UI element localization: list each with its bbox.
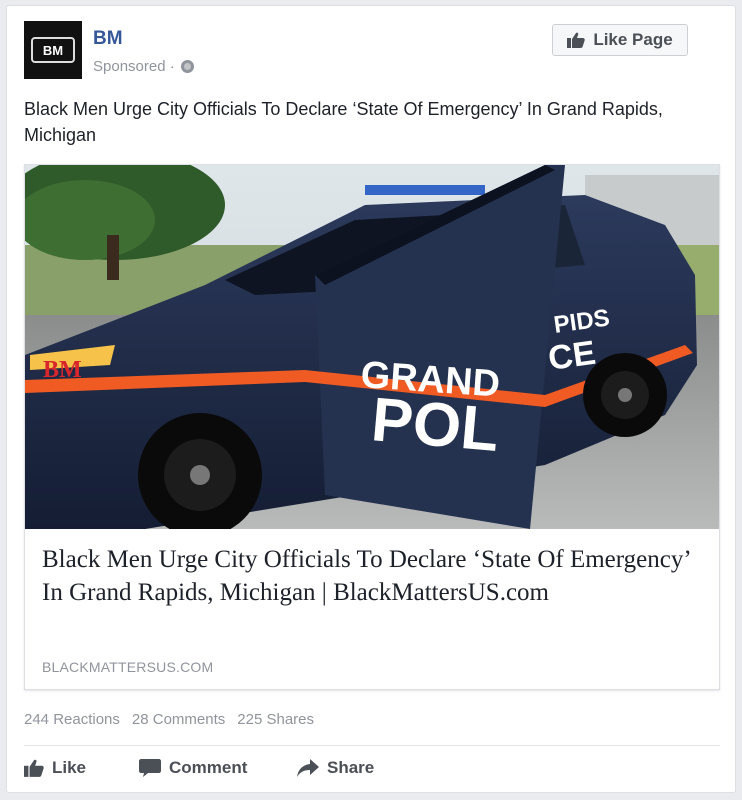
like-label: Like (52, 758, 87, 777)
sponsored-label: Sponsored · (93, 58, 194, 75)
link-domain: BLACKMATTERSUS.COM (42, 659, 214, 675)
post-actions: Like Comment Share (24, 756, 374, 780)
comment-label: Comment (169, 758, 248, 777)
post-text: Black Men Urge City Officials To Declare… (24, 99, 663, 145)
like-page-button[interactable]: Like Page (552, 24, 688, 56)
comments-count[interactable]: 28 Comments (132, 711, 225, 728)
comment-icon (139, 759, 161, 777)
action-divider (24, 745, 720, 746)
link-image[interactable]: GRAND POL PIDS CE BM (25, 165, 719, 529)
thumbs-up-icon (24, 759, 44, 777)
reactions-count[interactable]: 244 Reactions (24, 711, 120, 728)
share-button[interactable]: Share (297, 756, 374, 780)
globe-icon (180, 60, 194, 73)
share-arrow-icon (297, 759, 319, 777)
image-watermark: BM (43, 357, 82, 383)
sponsored-text: Sponsored · (93, 58, 175, 75)
like-button[interactable]: Like (24, 756, 139, 780)
share-label: Share (327, 758, 375, 777)
rear-text-2: CE (546, 334, 598, 378)
police-car-photo: GRAND POL PIDS CE BM (25, 165, 719, 529)
door-text-pol: POL (369, 385, 502, 465)
like-page-label: Like Page (593, 30, 673, 49)
page-name-link[interactable]: BM (93, 28, 123, 50)
thumbs-up-icon (567, 32, 586, 48)
comment-button[interactable]: Comment (139, 756, 297, 780)
page-avatar[interactable]: BM (24, 21, 82, 79)
link-preview-card[interactable]: GRAND POL PIDS CE BM Black Men Urge City… (24, 164, 720, 690)
shares-count[interactable]: 225 Shares (237, 711, 314, 728)
avatar-logo: BM (31, 37, 75, 63)
sponsored-post-card: BM BM Sponsored · Like Page Black Men Ur… (6, 5, 736, 793)
link-title[interactable]: Black Men Urge City Officials To Declare… (42, 543, 702, 609)
engagement-stats: 244 Reactions 28 Comments 225 Shares (24, 711, 314, 728)
